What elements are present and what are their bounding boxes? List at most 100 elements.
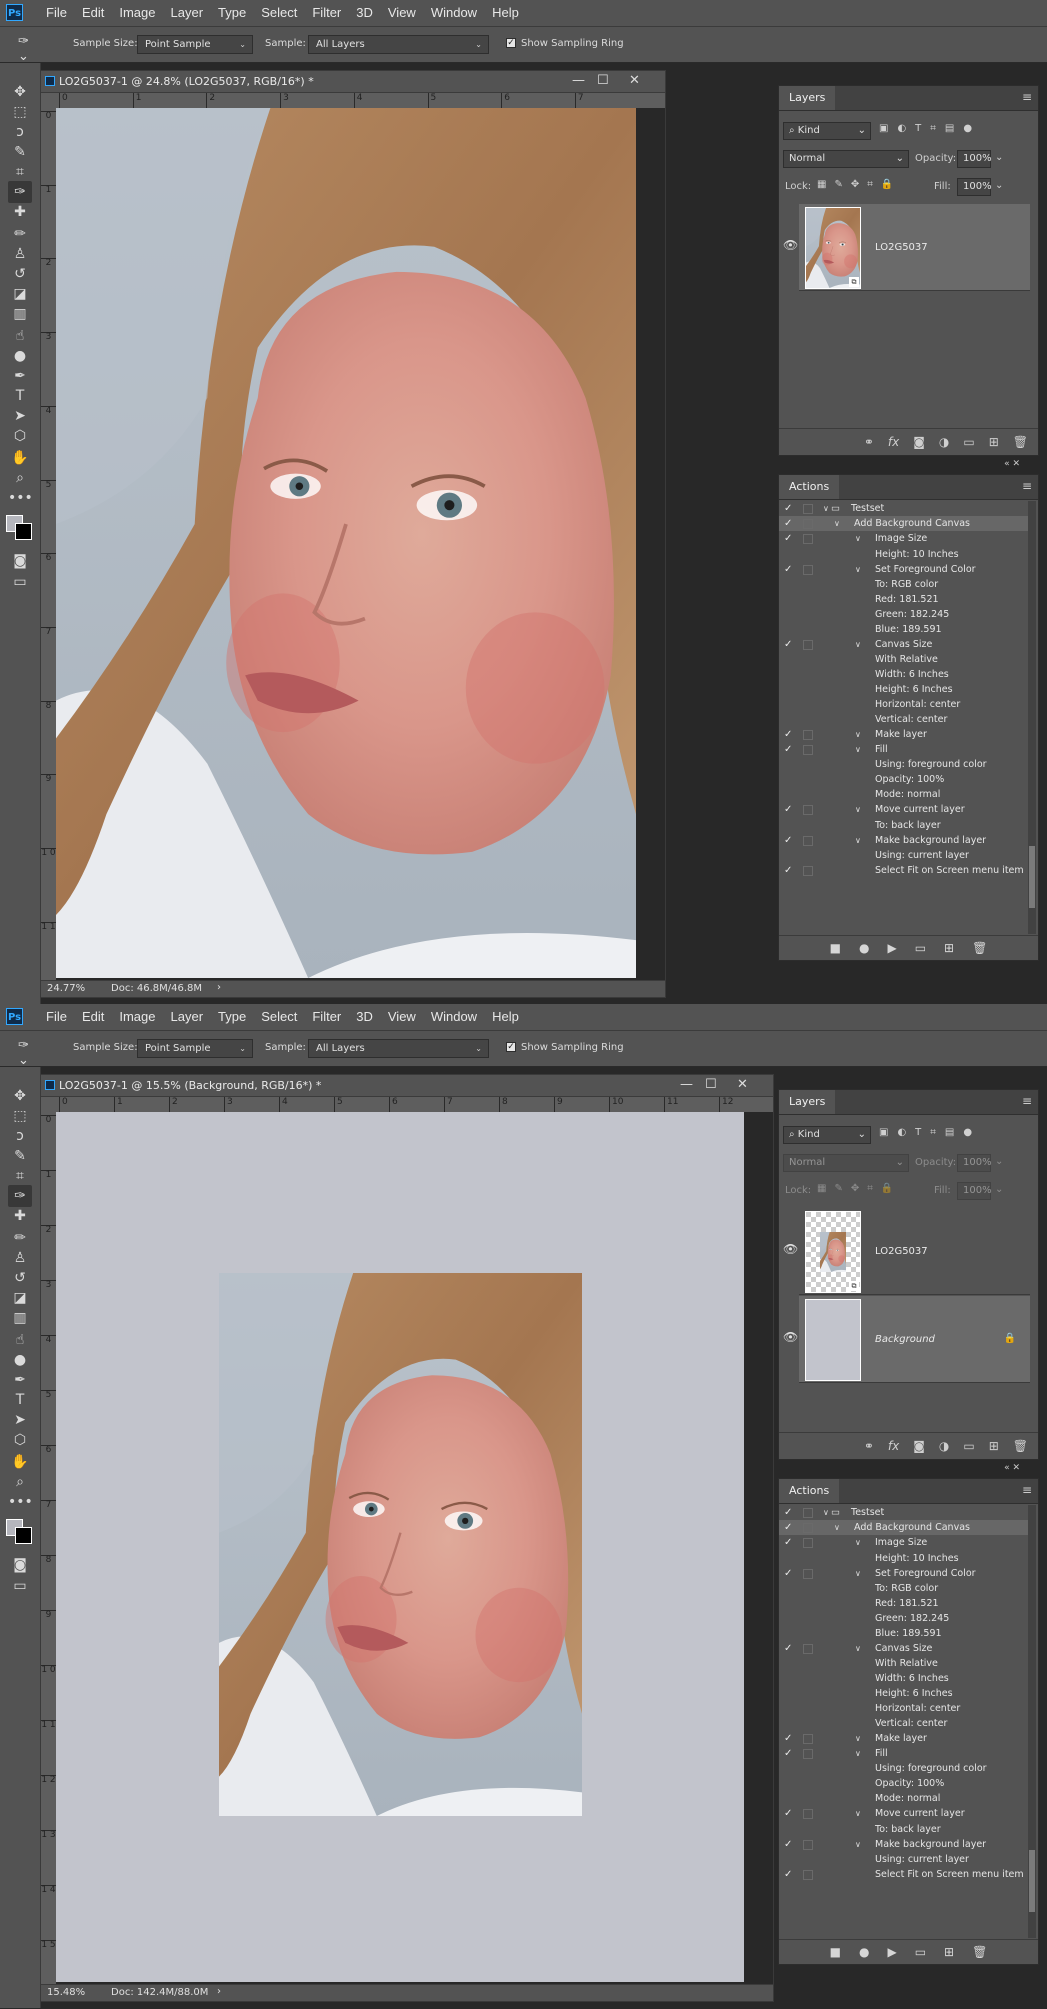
background-color-swatch[interactable]: [15, 523, 32, 540]
action-item[interactable]: ✓ Select Fit on Screen menu item: [779, 863, 1028, 878]
crop-icon[interactable]: ⌗: [8, 161, 32, 183]
zoom-level[interactable]: 24.77%: [47, 983, 85, 994]
action-detail[interactable]: Green: 182.245: [779, 1611, 1028, 1626]
menu-select[interactable]: Select: [261, 1004, 297, 1030]
action-item[interactable]: ✓ ∨ Set Foreground Color: [779, 1566, 1028, 1581]
sample-size-dropdown[interactable]: Point Sample ⌄: [137, 35, 253, 54]
action-detail[interactable]: Blue: 189.591: [779, 622, 1028, 637]
eyedropper-icon[interactable]: ✑: [8, 1185, 32, 1207]
close-icon[interactable]: ✕: [629, 73, 640, 88]
disclosure-chevron-icon[interactable]: ∨: [855, 742, 861, 757]
action-item[interactable]: ✓ ∨ Move current layer: [779, 802, 1028, 817]
new-action-icon[interactable]: ⊞: [944, 1945, 954, 1959]
menu-file[interactable]: File: [46, 0, 67, 26]
dialog-toggle-box[interactable]: [803, 1508, 813, 1518]
collapse-panels-icon[interactable]: « ✕: [1004, 459, 1020, 469]
action-detail[interactable]: Vertical: center: [779, 712, 1028, 727]
move-icon[interactable]: ✥: [8, 1085, 32, 1107]
dialog-toggle-box[interactable]: [803, 1809, 813, 1820]
action-item[interactable]: ✓ ∨ Image Size: [779, 531, 1028, 546]
filter-kind-dropdown[interactable]: ⌕ Kind ⌄: [783, 122, 871, 140]
fill-input[interactable]: 100%: [957, 1182, 992, 1200]
fx-icon[interactable]: fx: [888, 435, 899, 449]
smudge-icon[interactable]: ☝: [8, 325, 32, 347]
action-detail[interactable]: Using: foreground color: [779, 1761, 1028, 1776]
gradient-icon[interactable]: ▥: [8, 1307, 32, 1329]
minimize-icon[interactable]: —: [572, 73, 585, 88]
action-detail[interactable]: Width: 6 Inches: [779, 667, 1028, 682]
action-toggle-check-icon[interactable]: ✓: [784, 1746, 792, 1761]
action-toggle-check-icon[interactable]: ✓: [784, 727, 792, 742]
menu-3d[interactable]: 3D: [356, 0, 373, 26]
menu-select[interactable]: Select: [261, 0, 297, 26]
disclosure-chevron-icon[interactable]: ∨: [855, 833, 861, 848]
document-canvas[interactable]: [56, 1112, 744, 1982]
menu-filter[interactable]: Filter: [312, 1004, 341, 1030]
actions-scrollbar[interactable]: [1028, 501, 1036, 934]
disclosure-chevron-icon[interactable]: ∨: [855, 1535, 861, 1550]
stop-icon[interactable]: ■: [830, 1945, 841, 1959]
tab-actions[interactable]: Actions: [779, 475, 840, 499]
color-swatches[interactable]: [6, 1515, 34, 1545]
trash-icon[interactable]: 🗑: [1013, 435, 1028, 449]
menu-help[interactable]: Help: [492, 0, 519, 26]
fx-icon[interactable]: fx: [888, 1439, 899, 1453]
marquee-icon[interactable]: ⬚: [8, 101, 32, 123]
action-detail[interactable]: Using: foreground color: [779, 757, 1028, 772]
opacity-chevron-icon[interactable]: ⌄: [995, 152, 1003, 163]
menu-3d[interactable]: 3D: [356, 1004, 373, 1030]
quick-select-icon[interactable]: ✎: [8, 1145, 32, 1167]
document-tab[interactable]: LO2G5037-1 @ 24.8% (LO2G5037, RGB/16*) *…: [41, 71, 665, 93]
eraser-icon[interactable]: ◪: [8, 283, 32, 305]
menu-layer[interactable]: Layer: [171, 0, 204, 26]
visibility-eye-icon[interactable]: 👁: [783, 1330, 798, 1344]
lasso-icon[interactable]: ↄ: [8, 121, 32, 143]
zoom-level[interactable]: 15.48%: [47, 1987, 85, 1998]
dialog-toggle-box[interactable]: [803, 1733, 813, 1744]
action-toggle-check-icon[interactable]: ✓: [784, 863, 792, 878]
collapse-panels-icon[interactable]: « ✕: [1004, 1463, 1020, 1473]
menu-layer[interactable]: Layer: [171, 1004, 204, 1030]
opacity-chevron-icon[interactable]: ⌄: [995, 1156, 1003, 1167]
action-detail[interactable]: Mode: normal: [779, 1791, 1028, 1806]
dialog-toggle-box[interactable]: [803, 1749, 813, 1760]
brush-icon[interactable]: ✏: [8, 223, 32, 245]
clone-stamp-icon[interactable]: ♙: [8, 243, 32, 265]
menu-view[interactable]: View: [388, 0, 416, 26]
status-menu-arrow-icon[interactable]: ›: [217, 982, 221, 993]
eyedropper-preset-icon[interactable]: ✑ ⌄: [18, 34, 40, 64]
shape-icon[interactable]: ⬡: [8, 1429, 32, 1451]
dialog-toggle-box[interactable]: [803, 729, 813, 740]
disclosure-chevron-icon[interactable]: ∨: [855, 727, 861, 742]
menu-file[interactable]: File: [46, 1004, 67, 1030]
canvas-area[interactable]: [56, 108, 665, 982]
horizontal-ruler[interactable]: 0 1 2 3 4 5 6 7: [56, 93, 665, 109]
action-toggle-check-icon[interactable]: ✓: [784, 833, 792, 848]
menu-help[interactable]: Help: [492, 1004, 519, 1030]
dialog-toggle-box[interactable]: [803, 1568, 813, 1579]
action-item[interactable]: ✓ ∨ Make layer: [779, 727, 1028, 742]
crop-icon[interactable]: ⌗: [8, 1165, 32, 1187]
action-detail[interactable]: Height: 6 Inches: [779, 682, 1028, 697]
placed-photo-layer[interactable]: [219, 1273, 582, 1816]
shape-icon[interactable]: ⬡: [8, 425, 32, 447]
history-brush-icon[interactable]: ↺: [8, 1267, 32, 1289]
maximize-icon[interactable]: ☐: [705, 1077, 717, 1092]
dialog-toggle-box[interactable]: [803, 564, 813, 575]
action-detail[interactable]: Mode: normal: [779, 787, 1028, 802]
adjustment-icon[interactable]: ◑: [939, 435, 949, 449]
mask-icon[interactable]: ◙: [913, 1439, 925, 1453]
dialog-toggle-box[interactable]: [803, 835, 813, 846]
vertical-ruler[interactable]: 0 1 2 3 4 5 6 7 8 9 1 0 1 1 1 2 1 3 1 4 1 5: [41, 1112, 57, 1986]
dialog-toggle-box[interactable]: [803, 805, 813, 816]
vertical-ruler[interactable]: 0 1 2 3 4 5 6 7 8 9 1 0 1 1: [41, 108, 57, 982]
gradient-icon[interactable]: ▥: [8, 303, 32, 325]
action-toggle-check-icon[interactable]: ✓: [784, 1535, 792, 1550]
action-detail[interactable]: Horizontal: center: [779, 697, 1028, 712]
play-icon[interactable]: ▶: [887, 941, 896, 955]
record-icon[interactable]: ●: [859, 941, 869, 955]
new-set-folder-icon[interactable]: ▭: [915, 1945, 926, 1959]
action-item[interactable]: ✓ ∨ ▭ Testset: [779, 1505, 1028, 1520]
action-toggle-check-icon[interactable]: ✓: [784, 1837, 792, 1852]
tab-actions[interactable]: Actions: [779, 1479, 840, 1503]
